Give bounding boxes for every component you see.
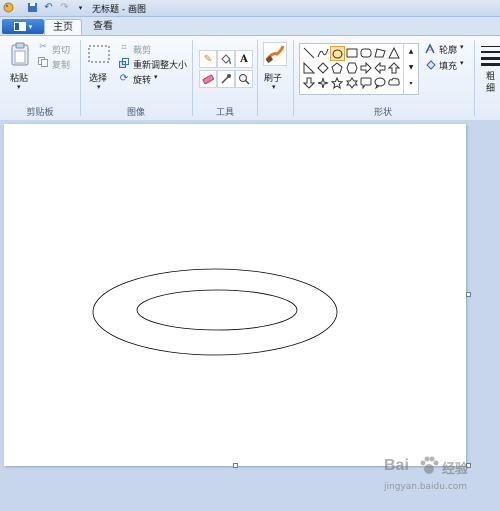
- tab-view[interactable]: 查看: [85, 19, 121, 35]
- rectangle-shape-icon[interactable]: [345, 46, 358, 59]
- line-width-icon[interactable]: [480, 44, 500, 66]
- scroll-up-icon[interactable]: ▲: [404, 44, 418, 60]
- inner-ellipse: [136, 289, 298, 331]
- menu-icon: [13, 22, 26, 31]
- image-group-label: 图像: [126, 108, 145, 118]
- brushes-dropdown-icon[interactable]: ▾: [272, 83, 276, 91]
- oval-shape-icon[interactable]: [330, 46, 345, 61]
- fill-dropdown-icon[interactable]: ▾: [460, 59, 464, 67]
- fill-button[interactable]: 填充: [439, 59, 457, 72]
- group-divider: [474, 40, 475, 116]
- rounded-rectangle-shape-icon[interactable]: [359, 46, 372, 59]
- rotate-button[interactable]: 旋转: [133, 73, 151, 86]
- left-arrow-shape-icon[interactable]: [373, 61, 386, 74]
- paw-icon: [420, 456, 439, 474]
- up-arrow-shape-icon[interactable]: [387, 61, 400, 74]
- resize-handle-bottom[interactable]: [233, 463, 238, 468]
- scroll-down-icon[interactable]: ▼: [404, 60, 418, 76]
- resize-button[interactable]: 重新调整大小: [133, 58, 187, 71]
- watermark-url: jingyan.baidu.com: [384, 482, 468, 492]
- text-tool-icon[interactable]: A: [235, 50, 253, 68]
- app-icon: [2, 1, 15, 14]
- triangle-shape-icon[interactable]: [387, 46, 400, 59]
- oval-callout-shape-icon[interactable]: [373, 76, 386, 89]
- customize-toolbar-icon[interactable]: ▾: [74, 1, 87, 14]
- expand-gallery-icon[interactable]: ▾: [404, 76, 418, 92]
- shapes-group-label: 形状: [373, 108, 392, 118]
- group-divider: [257, 40, 258, 116]
- save-icon[interactable]: [26, 1, 39, 14]
- size-button[interactable]: 粗细: [486, 71, 498, 95]
- line-shape-icon[interactable]: [302, 46, 315, 59]
- outer-ellipse: [92, 268, 338, 356]
- color-picker-icon[interactable]: [217, 70, 235, 88]
- outline-button[interactable]: 轮廓: [439, 43, 457, 56]
- paste-icon[interactable]: [9, 42, 31, 66]
- six-point-star-shape-icon[interactable]: [345, 76, 358, 89]
- redo-icon[interactable]: ↷: [58, 1, 71, 14]
- hexagon-shape-icon[interactable]: [345, 61, 358, 74]
- resize-handle-right[interactable]: [466, 292, 471, 297]
- title-bar: ↶ ↷ ▾ 无标题 - 画图: [0, 0, 500, 17]
- outline-dropdown-icon[interactable]: ▾: [460, 43, 464, 51]
- cut-button[interactable]: 剪切: [52, 43, 70, 56]
- rounded-callout-shape-icon[interactable]: [359, 76, 372, 89]
- rotate-icon: ⟳: [119, 72, 129, 84]
- curve-shape-icon[interactable]: [316, 46, 329, 59]
- tools-group-label: 工具: [215, 108, 234, 118]
- outline-icon: [425, 43, 436, 54]
- paste-dropdown-icon[interactable]: ▾: [17, 83, 21, 91]
- diamond-shape-icon[interactable]: [316, 61, 329, 74]
- watermark-logo-text: Bai: [384, 457, 409, 474]
- right-triangle-shape-icon[interactable]: [302, 61, 315, 74]
- drawing-canvas[interactable]: [4, 124, 466, 466]
- copy-button[interactable]: 复制: [52, 58, 70, 71]
- four-point-star-shape-icon[interactable]: [316, 76, 329, 89]
- crop-icon: ⌗: [121, 43, 127, 53]
- right-arrow-shape-icon[interactable]: [359, 61, 372, 74]
- canvas-drawing: [92, 268, 338, 356]
- cloud-callout-shape-icon[interactable]: [387, 76, 400, 89]
- shapes-scroll[interactable]: ▲ ▼ ▾: [403, 44, 418, 94]
- baidu-jingyan-watermark: Bai 经验 jingyan.baidu.com: [384, 455, 494, 500]
- five-point-star-shape-icon[interactable]: [330, 76, 343, 89]
- paint-menu-button[interactable]: ▾: [2, 19, 44, 34]
- crop-button[interactable]: 裁剪: [133, 43, 151, 56]
- rotate-dropdown-icon[interactable]: ▾: [154, 73, 158, 81]
- resize-icon: [119, 58, 129, 68]
- watermark-logo-suffix: 经验: [442, 462, 469, 477]
- down-arrow-shape-icon[interactable]: [302, 76, 315, 89]
- copy-icon: [38, 57, 48, 67]
- ribbon: 粘贴 ▾ ✂ 剪切 复制 剪贴板 选择 ▾ ⌗ 裁剪 重新调整大小 ⟳ 旋转 ▾…: [0, 35, 500, 121]
- ribbon-tab-strip: ▾ 主页 查看: [0, 17, 500, 36]
- eraser-icon[interactable]: [199, 70, 217, 88]
- tab-home[interactable]: 主页: [44, 19, 82, 36]
- select-icon[interactable]: [88, 45, 110, 63]
- brush-icon[interactable]: [263, 42, 287, 66]
- pentagon-shape-icon[interactable]: [330, 61, 343, 74]
- scissors-icon: ✂: [39, 42, 47, 52]
- magnifier-icon[interactable]: [235, 70, 253, 88]
- undo-icon[interactable]: ↶: [42, 1, 55, 14]
- clipboard-group-label: 剪贴板: [26, 108, 54, 118]
- polygon-shape-icon[interactable]: [373, 46, 386, 59]
- select-dropdown-icon[interactable]: ▾: [97, 83, 101, 91]
- window-title: 无标题 - 画图: [92, 5, 146, 15]
- fill-bucket-icon[interactable]: [217, 50, 235, 68]
- fill-icon: [425, 59, 436, 70]
- pencil-icon[interactable]: ✎: [199, 50, 217, 68]
- chevron-down-icon: ▾: [28, 22, 33, 31]
- shapes-gallery: ▲ ▼ ▾: [299, 43, 419, 95]
